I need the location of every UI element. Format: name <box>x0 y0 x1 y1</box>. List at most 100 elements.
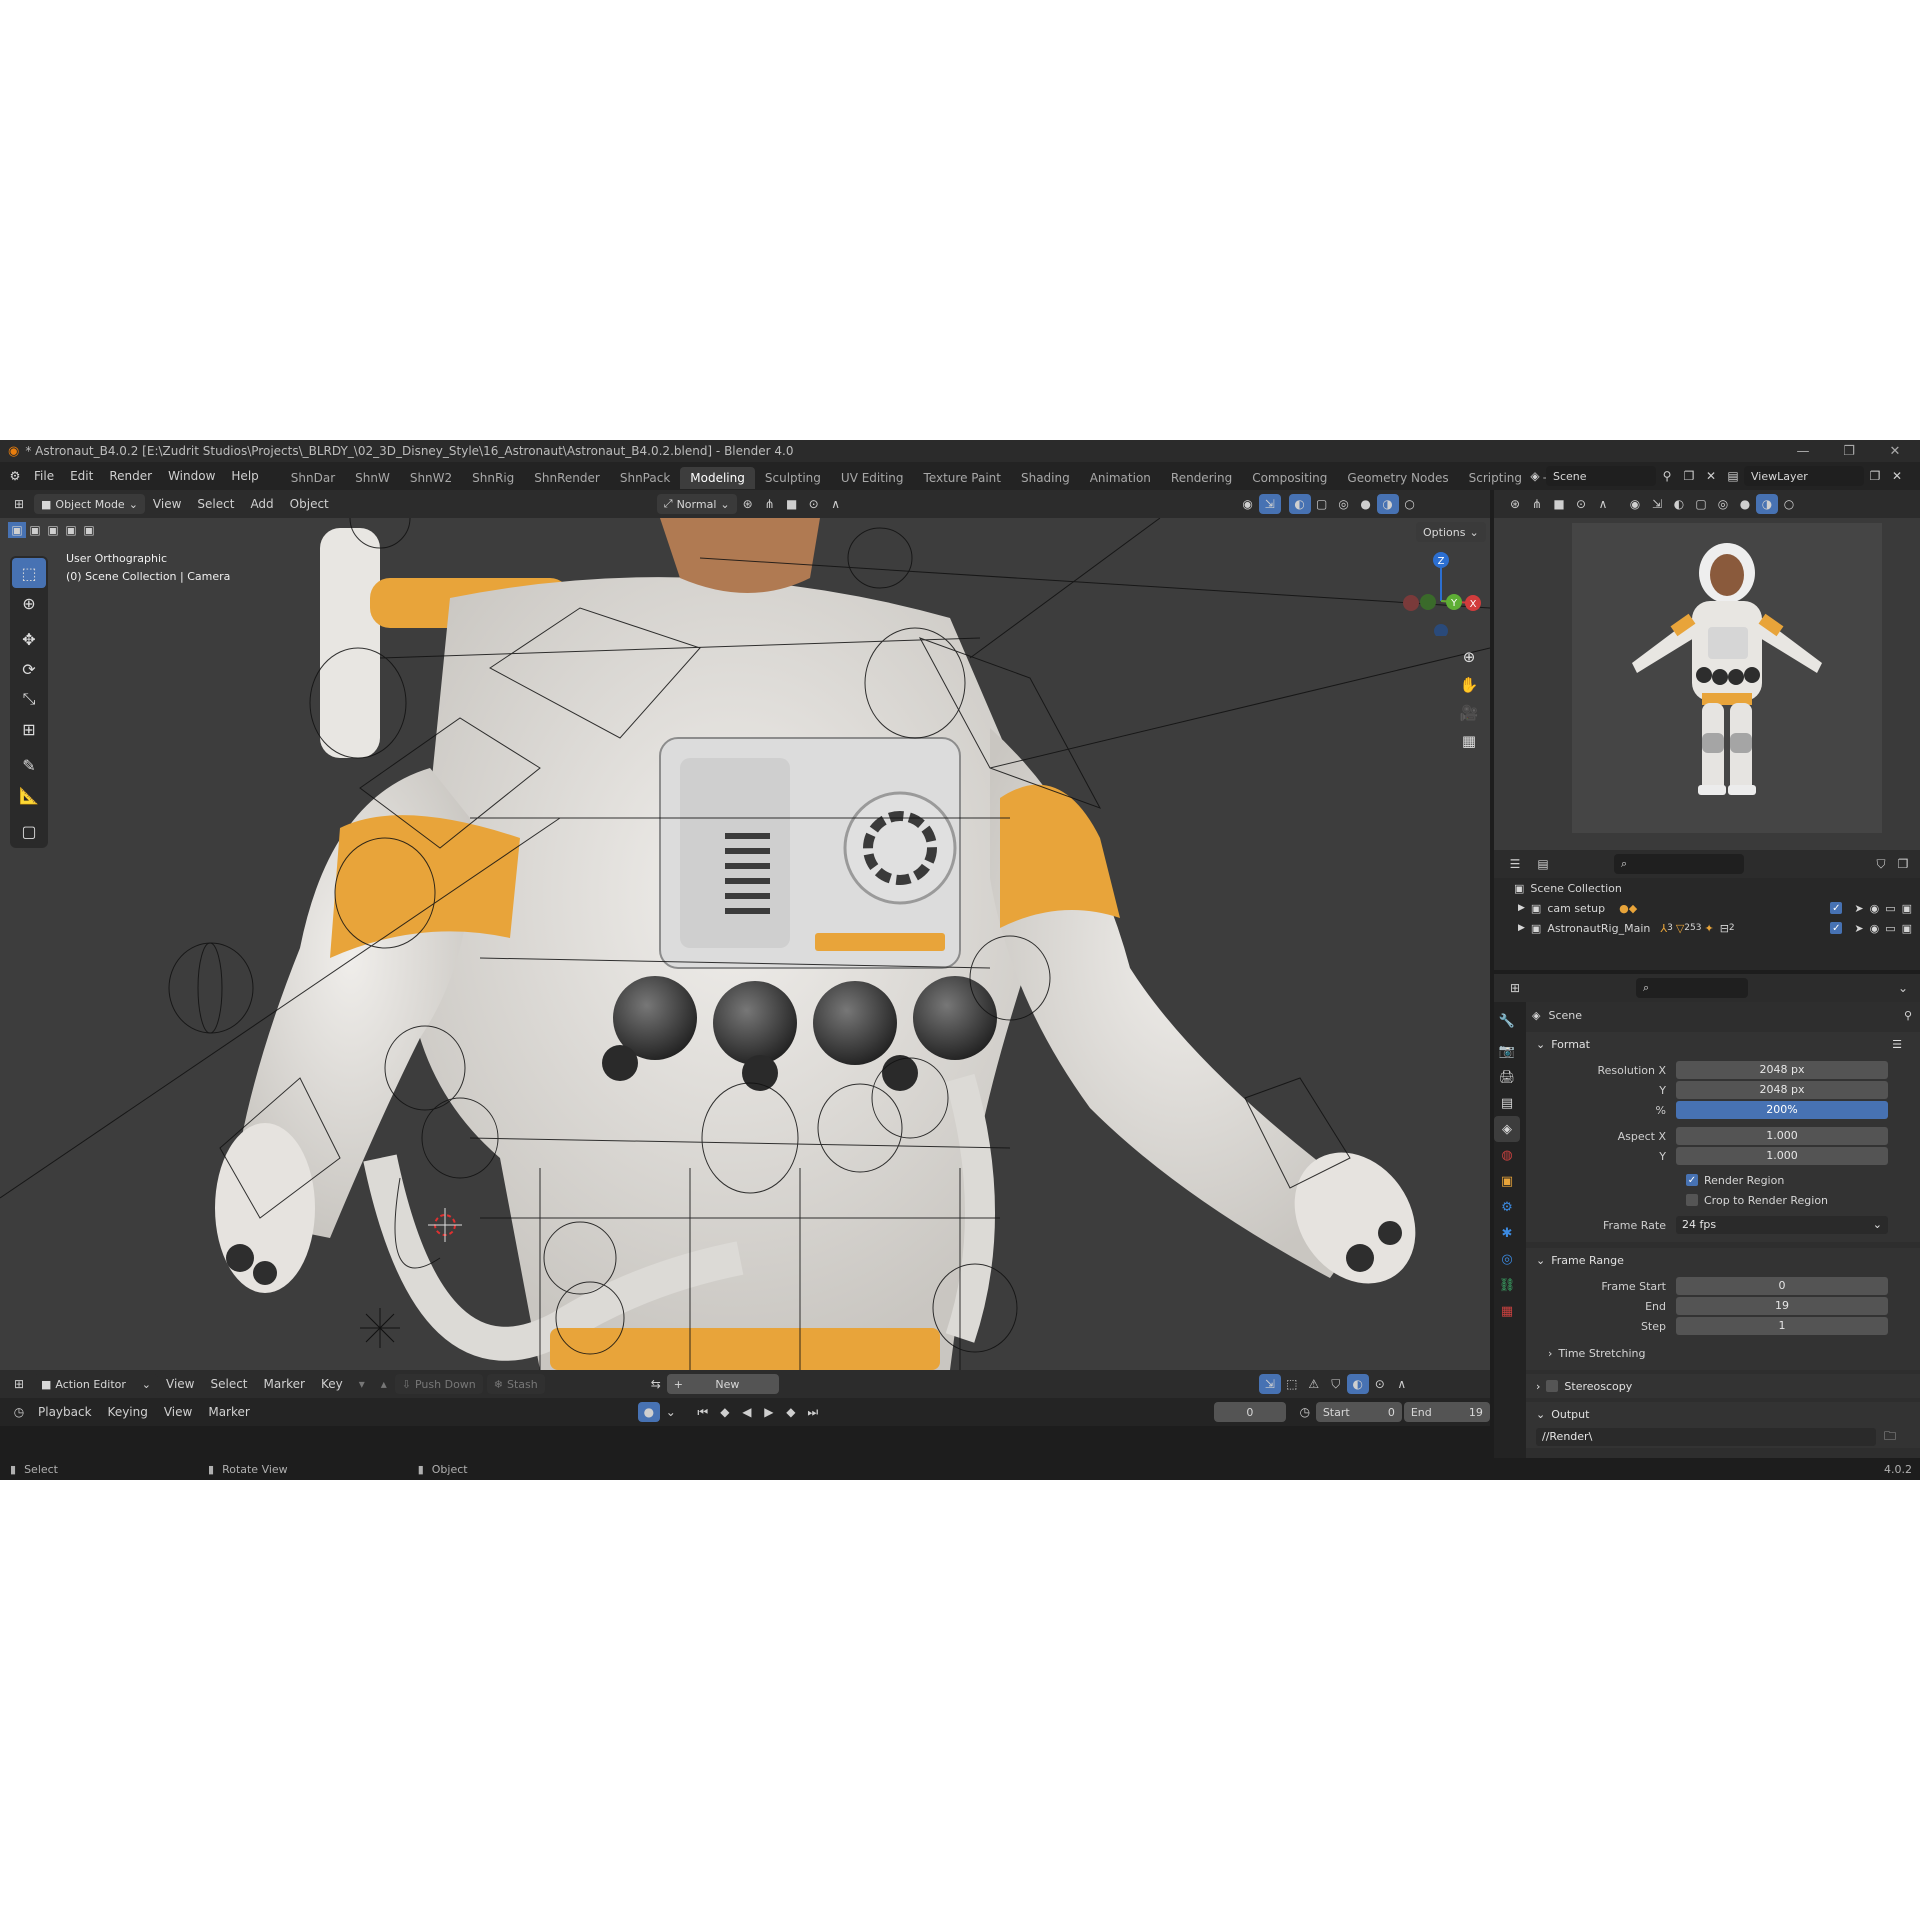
selectable-icon[interactable]: ➤ <box>1854 902 1863 915</box>
overlay-toggle-icon[interactable]: ◐ <box>1288 494 1311 514</box>
particles-tab-icon[interactable]: ✱ <box>1494 1220 1520 1246</box>
exclude-checkbox[interactable]: ✓ <box>1830 902 1843 914</box>
render-camera-icon[interactable]: ▣ <box>1902 902 1912 915</box>
expand-arrow-icon[interactable]: ▶ <box>1518 903 1525 913</box>
resolution-x-field[interactable]: 2048 px <box>1676 1061 1888 1079</box>
rotate-tool-icon[interactable]: ⟳ <box>12 654 46 684</box>
display-mode-icon[interactable]: ▤ <box>1532 854 1554 874</box>
timeline-menu-playback[interactable]: Playback <box>30 1398 100 1426</box>
select-invert-icon[interactable]: ▣ <box>62 522 80 538</box>
properties-search-input[interactable]: ⌕ <box>1636 978 1748 998</box>
format-section-header[interactable]: ⌄ Format ☰ <box>1526 1032 1920 1056</box>
navigation-gizmo[interactable]: Z X Y <box>1396 546 1486 636</box>
aspect-x-field[interactable]: 1.000 <box>1676 1127 1888 1145</box>
modifiers-tab-icon[interactable]: ⚙ <box>1494 1194 1520 1220</box>
object-mode-dropdown[interactable]: ■ Object Mode ⌄ <box>34 494 145 514</box>
preview-falloff-icon[interactable]: ∧ <box>1592 494 1614 514</box>
3d-viewport[interactable]: ▣ ▣ ▣ ▣ ▣ ⬚ ⊕ ✥ ⟳ ⤡ ⊞ ✎ 📐 ▢ User Orthogr… <box>0 518 1490 1370</box>
chevron-down-icon[interactable]: ⌄ <box>1892 978 1914 998</box>
zoom-icon[interactable]: ⊕ <box>1455 643 1483 671</box>
viewport-disable-icon[interactable]: ▭ <box>1885 902 1895 915</box>
only-selected-icon[interactable]: ⇲ <box>1258 1374 1281 1394</box>
tab-modeling[interactable]: Modeling <box>680 466 755 489</box>
preview-snap-target-icon[interactable]: ■ <box>1548 494 1570 514</box>
viewport-disable-icon[interactable]: ▭ <box>1885 922 1895 935</box>
action-browse-icon[interactable]: ⇆ <box>645 1374 667 1394</box>
crop-checkbox[interactable] <box>1686 1194 1698 1206</box>
tab-texture-paint[interactable]: Texture Paint <box>914 467 1011 489</box>
outliner-item-cam-setup[interactable]: ▶ ▣ cam setup ●◆ ✓ ➤ ◉ ▭ ▣ <box>1494 898 1920 918</box>
jump-end-icon[interactable]: ⏭ <box>802 1402 824 1422</box>
tab-uv-editing[interactable]: UV Editing <box>831 467 914 489</box>
outliner-editor-icon[interactable]: ☰ <box>1504 854 1526 874</box>
tab-scripting[interactable]: Scripting <box>1459 467 1532 489</box>
select-intersect-icon[interactable]: ▣ <box>80 522 98 538</box>
preview-snap-icon[interactable]: ⋔ <box>1526 494 1548 514</box>
pin-icon[interactable]: ⚲ <box>1904 1009 1912 1022</box>
timeline-menu-view[interactable]: View <box>156 1398 200 1426</box>
preview-rendered-icon[interactable]: ○ <box>1778 494 1800 514</box>
select-subtract-icon[interactable]: ▣ <box>44 522 62 538</box>
prev-keyframe-icon[interactable]: ◆ <box>714 1402 736 1422</box>
falloff-curve-icon[interactable]: ∧ <box>1391 1374 1413 1394</box>
falloff-icon[interactable]: ∧ <box>825 494 847 514</box>
tab-shnw[interactable]: ShnW <box>345 467 400 489</box>
render-tab-icon[interactable]: 📷 <box>1494 1038 1520 1064</box>
frame-rate-dropdown[interactable]: 24 fps ⌄ <box>1676 1216 1888 1234</box>
xray-icon[interactable]: ▢ <box>1311 494 1333 514</box>
action-menu-view[interactable]: View <box>158 1370 202 1398</box>
select-extend-icon[interactable]: ▣ <box>26 522 44 538</box>
selectable-icon[interactable]: ➤ <box>1854 922 1863 935</box>
only-errors-icon[interactable]: ⚠ <box>1303 1374 1325 1394</box>
snap-target-icon[interactable]: ■ <box>781 494 803 514</box>
world-tab-icon[interactable]: ◍ <box>1494 1142 1520 1168</box>
scene-icon[interactable]: ◈ <box>1524 466 1546 486</box>
auto-keying-icon[interactable]: ● <box>637 1402 660 1422</box>
minimize-icon[interactable]: — <box>1780 440 1826 462</box>
preview-proportional-icon[interactable]: ⊙ <box>1570 494 1592 514</box>
visibility-icon[interactable]: ◉ <box>1237 494 1259 514</box>
tab-shnrender[interactable]: ShnRender <box>524 467 610 489</box>
tab-animation[interactable]: Animation <box>1080 467 1161 489</box>
proportional-edit-icon[interactable]: ⊙ <box>803 494 825 514</box>
viewport-menu-object[interactable]: Object <box>282 490 337 518</box>
transform-tool-icon[interactable]: ⊞ <box>12 714 46 744</box>
frame-start-field[interactable]: 0 <box>1676 1277 1888 1295</box>
resolution-percent-field[interactable]: 200% <box>1676 1101 1888 1119</box>
auto-snap-icon[interactable]: ◐ <box>1346 1374 1369 1394</box>
new-scene-icon[interactable]: ❐ <box>1678 466 1700 486</box>
preview-material-icon[interactable]: ◑ <box>1756 494 1778 514</box>
view-layer-field[interactable]: ViewLayer <box>1744 466 1864 486</box>
properties-editor-icon[interactable]: ⊞ <box>1504 978 1526 998</box>
crop-render-region-checkbox-row[interactable]: Crop to Render Region <box>1526 1190 1920 1210</box>
end-frame-field[interactable]: End 19 <box>1403 1402 1490 1422</box>
layer-up-icon[interactable]: ▴ <box>373 1374 395 1394</box>
pivot-icon[interactable]: ⊛ <box>737 494 759 514</box>
tab-rendering[interactable]: Rendering <box>1161 467 1242 489</box>
stereoscopy-checkbox[interactable] <box>1546 1380 1559 1392</box>
outliner-search-input[interactable]: ⌕ <box>1614 854 1744 874</box>
tool-tab-icon[interactable]: 🔧 <box>1494 1008 1520 1034</box>
filter-icon[interactable]: ⛉ <box>1870 854 1892 874</box>
viewport-menu-view[interactable]: View <box>145 490 189 518</box>
expand-arrow-icon[interactable]: ▶ <box>1518 923 1525 933</box>
resolution-y-field[interactable]: 2048 px <box>1676 1081 1888 1099</box>
scene-name-field[interactable]: Scene <box>1546 466 1656 486</box>
measure-tool-icon[interactable]: 📐 <box>12 780 46 810</box>
render-region-checkbox-row[interactable]: ✓ Render Region <box>1526 1170 1920 1190</box>
current-frame-field[interactable]: 0 <box>1213 1402 1286 1422</box>
action-menu-marker[interactable]: Marker <box>256 1370 313 1398</box>
next-keyframe-icon[interactable]: ◆ <box>780 1402 802 1422</box>
timeline-menu-keying[interactable]: Keying <box>100 1398 156 1426</box>
camera-view-icon[interactable]: 🎥 <box>1455 699 1483 727</box>
cursor-tool-icon[interactable]: ⊕ <box>12 588 46 618</box>
delete-scene-icon[interactable]: ✕ <box>1700 466 1722 486</box>
new-collection-icon[interactable]: ❐ <box>1892 854 1914 874</box>
object-tab-icon[interactable]: ▣ <box>1494 1168 1520 1194</box>
timeline-editor-icon[interactable]: ◷ <box>8 1402 30 1422</box>
select-box-tool-icon[interactable]: ⬚ <box>12 558 46 588</box>
tab-shndar[interactable]: ShnDar <box>281 467 345 489</box>
frame-range-section-header[interactable]: ⌄ Frame Range <box>1526 1248 1920 1272</box>
new-view-layer-icon[interactable]: ❐ <box>1864 466 1886 486</box>
gizmo-toggle-icon[interactable]: ⇲ <box>1258 494 1281 514</box>
